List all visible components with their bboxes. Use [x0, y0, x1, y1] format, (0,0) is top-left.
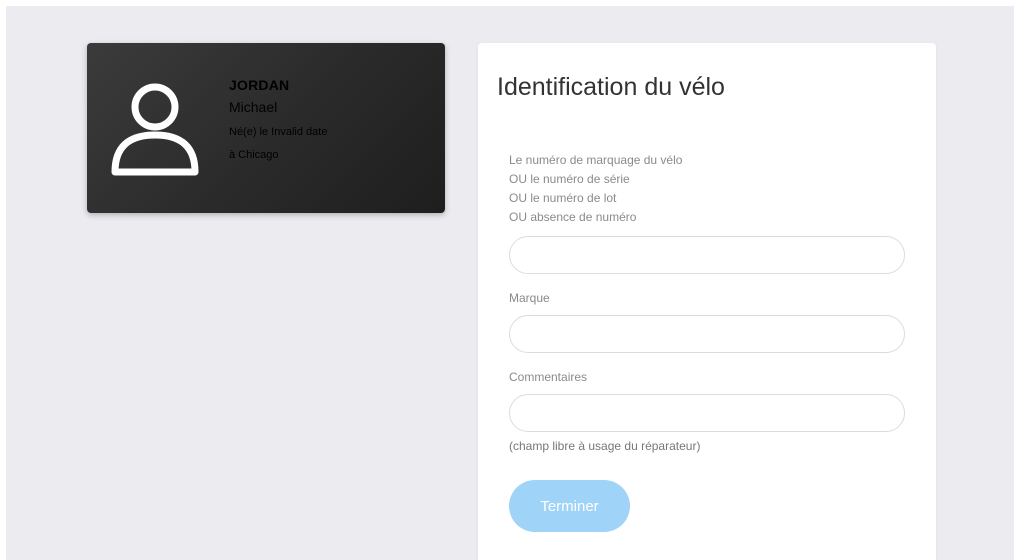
number-field-label: Le numéro de marquage du vélo OU le numé… — [509, 151, 682, 227]
brand-input[interactable] — [509, 315, 905, 353]
finish-button[interactable]: Terminer — [509, 480, 630, 532]
owner-last-name: JORDAN — [229, 77, 290, 93]
owner-first-name: Michael — [229, 99, 278, 115]
bike-number-input[interactable] — [509, 236, 905, 274]
form-title: Identification du vélo — [497, 73, 725, 101]
owner-birth-place: à Chicago — [229, 149, 279, 161]
number-label-line: OU absence de numéro — [509, 210, 637, 224]
comments-field-label: Commentaires — [509, 370, 588, 384]
comments-help-text: (champ libre à usage du réparateur) — [509, 439, 701, 453]
comments-input[interactable] — [509, 394, 905, 432]
owner-birth-date: Né(e) le Invalid date — [229, 126, 328, 138]
user-icon — [111, 83, 199, 176]
number-label-line: Le numéro de marquage du vélo — [509, 153, 683, 167]
brand-field-label: Marque — [509, 291, 550, 305]
number-label-line: OU le numéro de lot — [509, 191, 617, 205]
number-label-line: OU le numéro de série — [509, 172, 630, 186]
